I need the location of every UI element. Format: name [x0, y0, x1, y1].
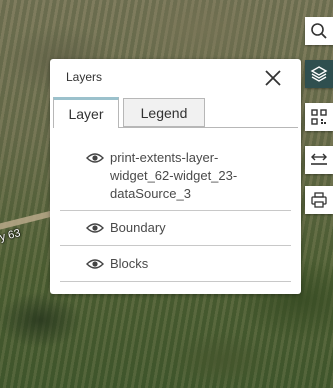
tab-legend[interactable]: Legend — [123, 98, 205, 127]
layers-panel: Layers Layer Legend print-extents-layer-… — [50, 59, 301, 294]
close-icon[interactable] — [264, 69, 282, 87]
layer-label: Boundary — [110, 220, 166, 235]
search-button[interactable] — [305, 17, 333, 45]
swipe-button[interactable] — [305, 146, 333, 174]
layers-icon — [310, 66, 328, 82]
qr-code-icon — [311, 109, 327, 125]
layer-label-line: print-extents-layer- — [110, 150, 219, 165]
tab-legend-label: Legend — [140, 104, 188, 121]
panel-title: Layers — [66, 70, 103, 84]
tab-layer[interactable]: Layer — [53, 97, 119, 128]
qr-code-button[interactable] — [305, 103, 333, 131]
layer-item-boundary[interactable]: Boundary — [60, 219, 291, 246]
eye-icon[interactable] — [86, 152, 104, 164]
print-icon — [311, 192, 327, 208]
layer-item-print-extents[interactable]: print-extents-layer- widget_62-widget_23… — [60, 149, 291, 211]
tab-layer-label: Layer — [68, 106, 104, 122]
tab-divider — [119, 127, 298, 128]
layer-label-line: widget_62-widget_23- — [110, 168, 238, 183]
search-icon — [311, 23, 327, 39]
swipe-icon — [311, 153, 327, 165]
layer-label: Blocks — [110, 256, 149, 271]
print-button[interactable] — [305, 186, 333, 214]
eye-icon[interactable] — [86, 222, 104, 234]
layer-label: print-extents-layer- widget_62-widget_23… — [110, 149, 237, 203]
layer-item-blocks[interactable]: Blocks — [60, 255, 291, 282]
layer-label-line: dataSource_3 — [110, 186, 191, 201]
tab-bar: Layer Legend — [53, 97, 298, 129]
layers-button[interactable] — [305, 60, 333, 88]
eye-icon[interactable] — [86, 258, 104, 270]
